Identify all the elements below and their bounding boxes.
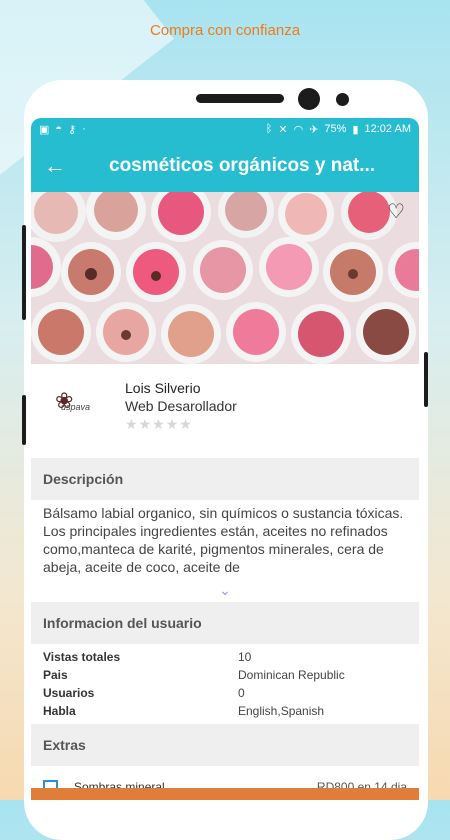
- seller-name[interactable]: Lois Silverio: [125, 380, 237, 396]
- info-value: English,Spanish: [238, 704, 325, 718]
- phone-speaker: [196, 94, 284, 103]
- page-title: cosméticos orgánicos y nat...: [109, 155, 376, 176]
- star-icon: ★: [125, 416, 139, 432]
- phone-camera: [298, 88, 320, 110]
- user-info-header: Informacion del usuario: [31, 602, 419, 644]
- info-row: Usuarios 0: [43, 684, 407, 702]
- app-bar: ← cosméticos orgánicos y nat...: [31, 140, 419, 192]
- rating-stars: ★★★★★: [125, 416, 237, 433]
- user-info-table: Vistas totales 10 Pais Dominican Republi…: [31, 644, 419, 724]
- bluetooth-icon: ᛒ: [265, 123, 273, 135]
- dot-icon: ·: [82, 123, 86, 135]
- image-icon: ▣: [39, 123, 50, 136]
- star-icon: ★: [179, 416, 193, 432]
- info-row: Vistas totales 10: [43, 648, 407, 666]
- lip-balm-photo: [31, 192, 419, 364]
- info-value: 0: [238, 686, 245, 700]
- star-icon: ★: [138, 416, 153, 432]
- wifi-icon: ◠: [293, 123, 304, 136]
- info-label: Vistas totales: [43, 650, 121, 664]
- clock: 12:02 AM: [364, 123, 411, 135]
- logo-text: uspava: [61, 402, 91, 412]
- info-value: 10: [238, 650, 252, 664]
- app-screen: ▣ ◓ ⚷ · ᛒ ✕ ◠ ✈ 75% ▮ 12:02 AM ← cosméti…: [31, 118, 419, 800]
- key-icon: ⚷: [68, 123, 77, 136]
- info-label: Pais: [43, 668, 68, 682]
- info-row: Habla English,Spanish: [43, 702, 407, 720]
- android-icon: ◓: [55, 123, 63, 135]
- battery-icon: ▮: [352, 123, 359, 136]
- back-arrow-icon[interactable]: ←: [31, 153, 79, 179]
- extras-header: Extras: [31, 724, 419, 766]
- description-header: Descripción: [31, 458, 419, 500]
- chevron-down-icon[interactable]: ⌄: [31, 582, 419, 602]
- info-label: Habla: [43, 704, 76, 718]
- seller-role: Web Desarollador: [125, 398, 237, 414]
- product-image: ♡: [31, 192, 419, 364]
- seller-logo: ❀ uspava: [41, 384, 101, 428]
- info-label: Usuarios: [43, 686, 95, 700]
- status-bar: ▣ ◓ ⚷ · ᛒ ✕ ◠ ✈ 75% ▮ 12:02 AM: [31, 118, 419, 140]
- info-value: Dominican Republic: [238, 668, 345, 682]
- favorite-heart-icon[interactable]: ♡: [387, 199, 405, 224]
- battery-level: 75%: [324, 123, 347, 135]
- star-icon: ★: [165, 416, 180, 432]
- seller-card: ❀ uspava Lois Silverio Web Desarollador …: [31, 364, 419, 458]
- action-button[interactable]: [31, 788, 419, 800]
- airplane-icon: ✈: [309, 123, 319, 136]
- tagline: Compra con confianza: [149, 22, 301, 39]
- phone-side-button: [22, 225, 26, 320]
- mute-icon: ✕: [278, 123, 288, 136]
- star-icon: ★: [152, 416, 166, 432]
- phone-side-button: [22, 395, 26, 445]
- phone-side-button: [424, 352, 428, 407]
- phone-sensor: [336, 93, 349, 106]
- description-text: Bálsamo labial organico, sin químicos o …: [43, 505, 404, 575]
- info-row: Pais Dominican Republic: [43, 666, 407, 684]
- seller-info: Lois Silverio Web Desarollador ★★★★★: [125, 378, 237, 448]
